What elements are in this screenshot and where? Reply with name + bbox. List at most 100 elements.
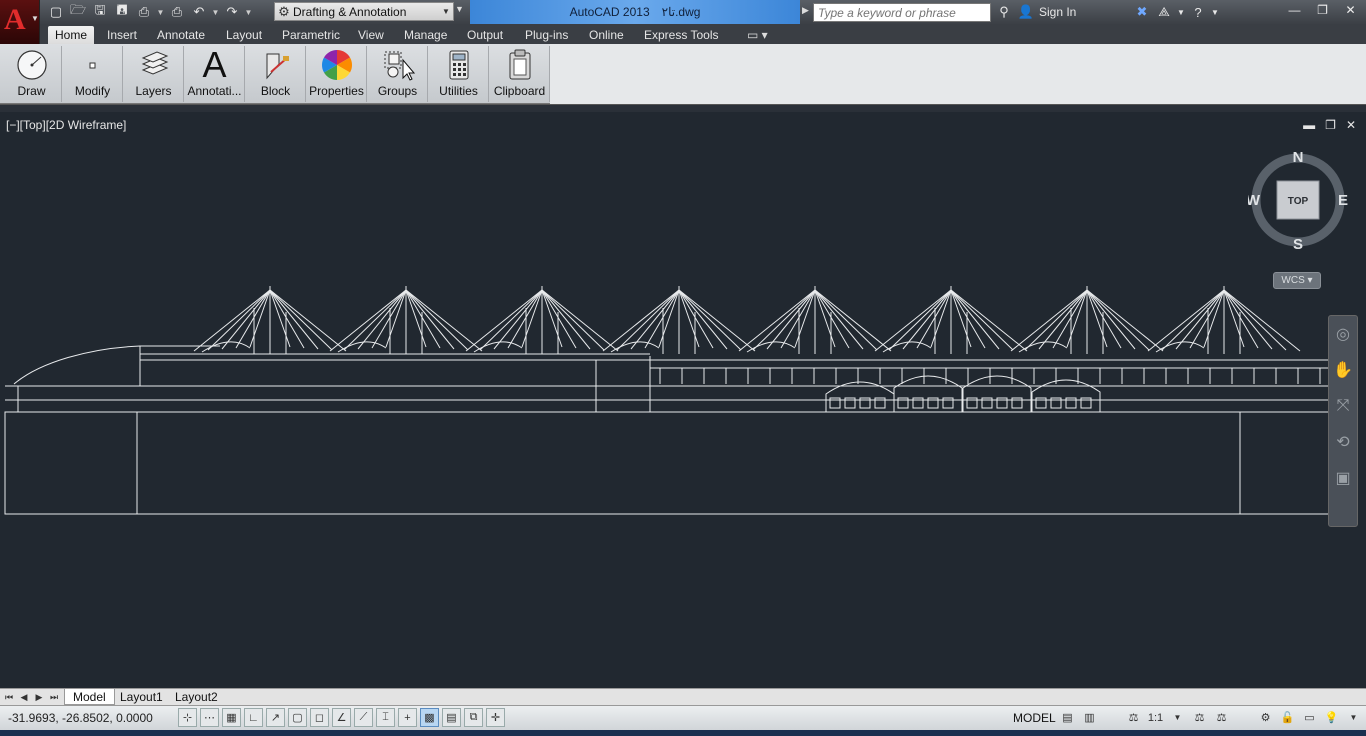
drawing-viewport[interactable]: [−][Top][2D Wireframe] ▬ ❐ ✕ TOP N S E W… <box>0 112 1366 688</box>
chevron-down-icon[interactable]: ▼ <box>211 3 220 21</box>
chevron-down-icon[interactable]: ▼ <box>244 3 253 21</box>
tab-online[interactable]: Online <box>582 26 631 44</box>
annotation-visibility-icon[interactable]: ⚖ <box>1190 708 1209 727</box>
sign-in-button[interactable]: Sign In <box>1039 5 1129 19</box>
infer-constraints-icon[interactable]: ⊹ <box>178 708 197 727</box>
panel-draw[interactable]: Draw <box>2 46 62 102</box>
help-icon[interactable]: ? <box>1189 5 1207 20</box>
workspace-switching-icon[interactable]: ⚙ <box>1256 708 1275 727</box>
dynamic-input-icon[interactable]: ⌶ <box>376 708 395 727</box>
viewport-controls-label[interactable]: [−][Top][2D Wireframe] <box>6 118 126 132</box>
workspace-select[interactable]: ⚙ Drafting & Annotation ▼ <box>274 2 454 21</box>
zoom-extents-icon[interactable]: ⤧ <box>1329 388 1357 424</box>
print-icon[interactable]: ⎙ <box>167 3 187 21</box>
minimize-icon[interactable]: ▬ <box>1303 118 1315 132</box>
model-space-toggle[interactable]: MODEL <box>1013 711 1056 725</box>
tab-parametric[interactable]: Parametric <box>275 26 347 44</box>
panel-block[interactable]: Block <box>246 46 306 102</box>
orbit-icon[interactable]: ⟲ <box>1329 424 1357 460</box>
auto-scale-icon[interactable]: ⚖ <box>1212 708 1231 727</box>
panel-layers[interactable]: Layers <box>124 46 184 102</box>
undo-icon[interactable]: ↶ <box>189 3 209 21</box>
layout-tab-layout2[interactable]: Layout2 <box>167 689 226 705</box>
tab-layout[interactable]: Layout <box>219 26 269 44</box>
binoculars-icon[interactable]: ⚲ <box>995 4 1013 20</box>
customize-qat-icon[interactable]: ▼ <box>455 4 464 14</box>
viewcube[interactable]: TOP N S E W <box>1246 149 1348 253</box>
compass-north[interactable]: N <box>1293 149 1304 166</box>
annotation-scale[interactable]: 1:1 <box>1146 708 1165 727</box>
tab-view[interactable]: View <box>351 26 391 44</box>
last-layout-icon[interactable]: ⏭ <box>48 690 60 704</box>
prev-layout-icon[interactable]: ◀ <box>18 690 30 704</box>
restore-icon[interactable]: ❐ <box>1309 1 1336 19</box>
quick-properties-icon[interactable]: ▤ <box>442 708 461 727</box>
tab-annotate[interactable]: Annotate <box>150 26 212 44</box>
ucs-menu[interactable]: WCS ▾ <box>1273 272 1321 289</box>
polar-tracking-icon[interactable]: ↗ <box>266 708 285 727</box>
a360-icon[interactable]: ⟁ <box>1155 4 1173 20</box>
next-layout-icon[interactable]: ▶ <box>33 690 45 704</box>
tab-output[interactable]: Output <box>460 26 510 44</box>
annotation-monitor-icon[interactable]: ✛ <box>486 708 505 727</box>
transparency-icon[interactable]: ▩ <box>420 708 439 727</box>
ribbon-minimize-icon[interactable]: ▭ ▾ <box>740 26 775 44</box>
compass-south[interactable]: S <box>1293 236 1303 253</box>
search-input[interactable] <box>818 6 986 20</box>
layout-tab-model[interactable]: Model <box>64 689 115 705</box>
chevron-down-icon[interactable]: ▼ <box>1177 8 1185 17</box>
new-file-icon[interactable]: ▢ <box>46 3 66 21</box>
panel-annotation[interactable]: A Annotati... <box>185 44 245 102</box>
compass-east[interactable]: E <box>1338 192 1348 209</box>
isolate-objects-icon[interactable]: 💡 <box>1322 708 1341 727</box>
search-box[interactable] <box>813 3 991 22</box>
compass-west[interactable]: W <box>1246 192 1261 209</box>
grid-display-icon[interactable]: ▦ <box>222 708 241 727</box>
steering-wheel-icon[interactable]: ◎ <box>1329 316 1357 352</box>
tab-plug-ins[interactable]: Plug-ins <box>518 26 575 44</box>
redo-icon[interactable]: ↷ <box>222 3 242 21</box>
close-icon[interactable]: ✕ <box>1346 118 1356 132</box>
object-snap-icon[interactable]: ▢ <box>288 708 307 727</box>
snap-mode-icon[interactable]: ⋯ <box>200 708 219 727</box>
drawing-canvas[interactable] <box>0 112 1366 688</box>
pan-icon[interactable]: ✋ <box>1329 352 1357 388</box>
quick-view-drawings-icon[interactable]: ▥ <box>1080 708 1099 727</box>
application-menu-button[interactable]: A ▼ <box>0 0 40 44</box>
dynamic-ucs-icon[interactable]: ⟋ <box>354 708 373 727</box>
panel-modify[interactable]: Modify <box>63 46 123 102</box>
quick-view-layouts-icon[interactable]: ▤ <box>1058 708 1077 727</box>
tab-home[interactable]: Home <box>48 26 95 44</box>
close-icon[interactable]: ✕ <box>1337 1 1364 19</box>
lineweight-icon[interactable]: + <box>398 708 417 727</box>
tab-insert[interactable]: Insert <box>100 26 144 44</box>
3d-object-snap-icon[interactable]: ◻ <box>310 708 329 727</box>
tab-express-tools[interactable]: Express Tools <box>637 26 725 44</box>
viewcube-face[interactable]: TOP <box>1288 196 1309 207</box>
chevron-down-icon[interactable]: ▼ <box>156 3 165 21</box>
selection-cycling-icon[interactable]: ⧉ <box>464 708 483 727</box>
ortho-mode-icon[interactable]: ∟ <box>244 708 263 727</box>
search-expand-icon[interactable]: ▶ <box>802 5 809 16</box>
panel-utilities[interactable]: Utilities <box>429 46 489 102</box>
lock-icon[interactable]: 🔓 <box>1278 708 1297 727</box>
save-icon[interactable]: 🖫 <box>90 2 110 21</box>
save-as-icon[interactable]: 🖪 <box>112 2 132 21</box>
first-layout-icon[interactable]: ⏮ <box>3 690 15 704</box>
panel-clipboard[interactable]: Clipboard <box>490 46 550 102</box>
panel-properties[interactable]: Properties <box>307 46 367 102</box>
chevron-down-icon[interactable]: ▼ <box>1211 8 1219 17</box>
object-snap-tracking-icon[interactable]: ∠ <box>332 708 351 727</box>
panel-groups[interactable]: Groups <box>368 46 428 102</box>
exchange-icon[interactable]: ✖ <box>1133 4 1151 20</box>
minimize-icon[interactable]: — <box>1281 1 1308 19</box>
tab-manage[interactable]: Manage <box>397 26 454 44</box>
cursor-coordinates[interactable]: -31.9693, -26.8502, 0.0000 <box>8 711 153 725</box>
restore-icon[interactable]: ❐ <box>1325 118 1336 132</box>
viewcube-compass[interactable]: TOP N S E W <box>1246 149 1348 253</box>
publish-icon[interactable]: ⎙ <box>134 3 154 21</box>
open-folder-icon[interactable]: 🗁 <box>68 2 88 21</box>
chevron-down-icon[interactable]: ▼ <box>1168 708 1187 727</box>
hardware-acceleration-icon[interactable]: ▭ <box>1300 708 1319 727</box>
showmotion-icon[interactable]: ▣ <box>1329 460 1357 496</box>
